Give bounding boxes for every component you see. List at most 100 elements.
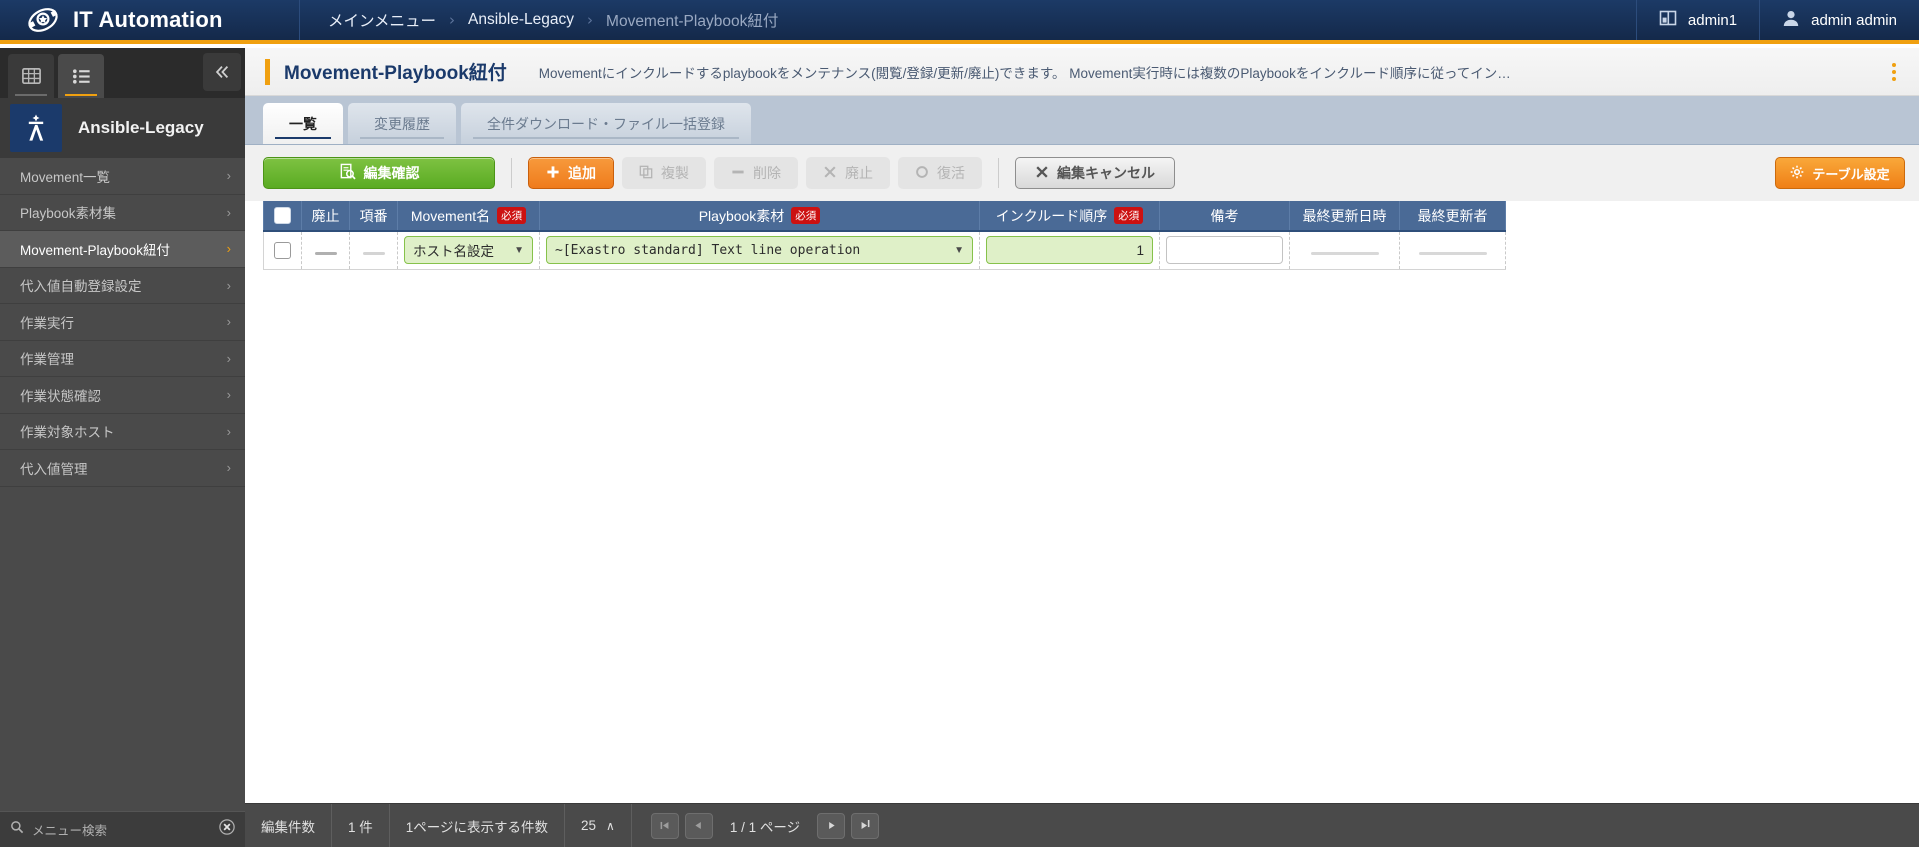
tab-strip: 一覧 変更履歴 全件ダウンロード・ファイル一括登録: [245, 96, 1919, 145]
cell-playbook[interactable]: ~[Exastro standard] Text line operation ▼: [539, 231, 980, 270]
edit-cancel-label: 編集キャンセル: [1057, 165, 1155, 181]
edit-cancel-button[interactable]: 編集キャンセル: [1015, 157, 1175, 189]
restore-button[interactable]: 復活: [898, 157, 982, 189]
top-bar-right: admin1 admin admin: [1635, 0, 1919, 40]
table-head: 廃止 項番 Movement名 必須 Playbook素材 必須 インクルード順序 必須 備考最…: [263, 201, 1506, 232]
table-row[interactable]: ホスト名設定 ▼ ~[Exastro standard] Text line ope…: [263, 231, 1506, 270]
tab-underline: [360, 137, 444, 139]
brand[interactable]: IT Automation: [0, 0, 300, 40]
edit-confirm-button[interactable]: 編集確認: [263, 157, 495, 189]
include-order-input[interactable]: 1: [986, 236, 1153, 265]
chevron-down-icon: ▼: [954, 244, 964, 256]
per-page-select[interactable]: 25 ∧: [565, 804, 632, 847]
tab-1[interactable]: 変更履歴: [348, 103, 456, 144]
select-all-checkbox[interactable]: [274, 207, 291, 225]
sidebar-item-0[interactable]: Movement一覧 ›: [0, 158, 245, 195]
chevron-right-icon: ›: [226, 387, 231, 403]
page-description: Movementにインクルードするplaybookをメンテナンス(閲覧/登録/更…: [538, 65, 1511, 81]
table-settings-label: テーブル設定: [1812, 166, 1890, 182]
column-header-remark[interactable]: 備考: [1159, 201, 1290, 232]
breadcrumb-item-main-menu[interactable]: メインメニュー: [328, 9, 436, 31]
delete-button[interactable]: 削除: [714, 157, 798, 189]
workspace-button[interactable]: admin1: [1635, 0, 1759, 40]
chevron-down-icon: ▼: [514, 244, 524, 256]
column-header-playbook[interactable]: Playbook素材 必須: [539, 201, 980, 232]
sidebar-tab-grid-view[interactable]: [8, 54, 54, 98]
column-header-discard[interactable]: 廃止: [301, 201, 350, 232]
page-accent-bar: [265, 58, 270, 85]
main-content: Movement-Playbook紐付 Movementにインクルードするpla…: [245, 48, 1919, 847]
user-menu-button[interactable]: admin admin: [1759, 0, 1919, 40]
chevron-right-icon: ›: [226, 168, 231, 184]
table-body: ホスト名設定 ▼ ~[Exastro standard] Text line ope…: [263, 231, 1506, 270]
column-header-order[interactable]: インクルード順序 必須: [979, 201, 1160, 232]
table-container: 廃止 項番 Movement名 必須 Playbook素材 必須 インクルード順序 必須 備考最…: [245, 201, 1919, 270]
column-header-movement[interactable]: Movement名 必須: [397, 201, 540, 232]
playbook-material-select[interactable]: ~[Exastro standard] Text line operation ▼: [546, 236, 973, 265]
sidebar-search[interactable]: メニュー検索: [0, 811, 245, 847]
sidebar-item-4[interactable]: 作業実行 ›: [0, 304, 245, 341]
column-header-label: 最終更新者: [1417, 207, 1488, 224]
x-icon: [823, 165, 837, 182]
tab-underline: [275, 137, 331, 139]
toolbar-divider: [511, 158, 512, 188]
add-button[interactable]: 追加: [528, 157, 614, 189]
workspace-icon: [1659, 9, 1677, 31]
sidebar-search-placeholder: メニュー検索: [32, 824, 108, 838]
sidebar-tab-list-view[interactable]: [58, 54, 104, 98]
pagination-controls: 1 / 1 ページ: [632, 804, 898, 847]
column-header-label: 廃止: [311, 207, 340, 224]
sidebar-filler: [0, 488, 245, 847]
breadcrumb-item-current: Movement-Playbook紐付: [606, 13, 779, 30]
cell-movement[interactable]: ホスト名設定 ▼: [397, 231, 540, 270]
cell-updated[interactable]: [1289, 231, 1400, 270]
cell-no[interactable]: [349, 231, 398, 270]
required-badge: 必須: [497, 206, 527, 224]
sidebar-item-label: 作業管理: [20, 352, 74, 368]
kebab-menu-icon[interactable]: [1879, 57, 1909, 87]
prev-page-button[interactable]: [684, 812, 713, 839]
sidebar-item-1[interactable]: Playbook素材集 ›: [0, 194, 245, 231]
movement-name-select[interactable]: ホスト名設定 ▼: [404, 236, 533, 265]
column-header-label: Playbook素材: [698, 207, 785, 224]
sidebar-item-8[interactable]: 代入値管理 ›: [0, 450, 245, 487]
user-label: admin admin: [1811, 11, 1897, 29]
sidebar-item-2[interactable]: Movement-Playbook紐付 ›: [0, 231, 245, 268]
edit-count-label: 編集件数: [245, 804, 332, 847]
cell-check[interactable]: [263, 231, 302, 270]
tab-label: 変更履歴: [374, 115, 430, 132]
sidebar-item-7[interactable]: 作業対象ホスト ›: [0, 413, 245, 450]
column-header-check[interactable]: [263, 201, 302, 232]
sidebar-item-3[interactable]: 代入値自動登録設定 ›: [0, 267, 245, 304]
discard-button[interactable]: 廃止: [806, 157, 890, 189]
last-page-button[interactable]: [851, 812, 880, 839]
remark-input[interactable]: [1166, 236, 1283, 265]
column-header-updater[interactable]: 最終更新者: [1399, 201, 1506, 232]
breadcrumb-item-ansible-legacy[interactable]: Ansible-Legacy: [468, 11, 574, 29]
sidebar-item-5[interactable]: 作業管理 ›: [0, 340, 245, 377]
next-page-button[interactable]: [817, 812, 846, 839]
cell-updater[interactable]: [1399, 231, 1506, 270]
cell-discard[interactable]: [301, 231, 350, 270]
page-info: 1 / 1 ページ: [729, 819, 801, 835]
sidebar-collapse-button[interactable]: [203, 53, 241, 91]
column-header-no[interactable]: 項番: [349, 201, 398, 232]
first-page-button[interactable]: [650, 812, 679, 839]
copy-icon: [639, 165, 653, 182]
clear-circle-icon[interactable]: [219, 819, 235, 840]
table-settings-button[interactable]: テーブル設定: [1775, 157, 1905, 189]
table-header-row: 廃止 項番 Movement名 必須 Playbook素材 必須 インクルード順序 必須 備考最…: [263, 201, 1506, 232]
circle-icon: [915, 165, 929, 182]
column-header-updated[interactable]: 最終更新日時: [1289, 201, 1400, 232]
chevron-right-icon: ›: [226, 277, 231, 293]
tab-0[interactable]: 一覧: [263, 103, 343, 144]
cell-remark[interactable]: [1159, 231, 1290, 270]
sidebar-item-6[interactable]: 作業状態確認 ›: [0, 377, 245, 414]
add-label: 追加: [568, 165, 596, 181]
duplicate-button[interactable]: 複製: [622, 157, 706, 189]
cell-order[interactable]: 1: [979, 231, 1160, 270]
sidebar-group-title: Ansible-Legacy: [78, 118, 204, 137]
tab-2[interactable]: 全件ダウンロード・ファイル一括登録: [461, 103, 751, 144]
row-checkbox[interactable]: [274, 241, 291, 259]
workspace-label: admin1: [1687, 11, 1738, 29]
